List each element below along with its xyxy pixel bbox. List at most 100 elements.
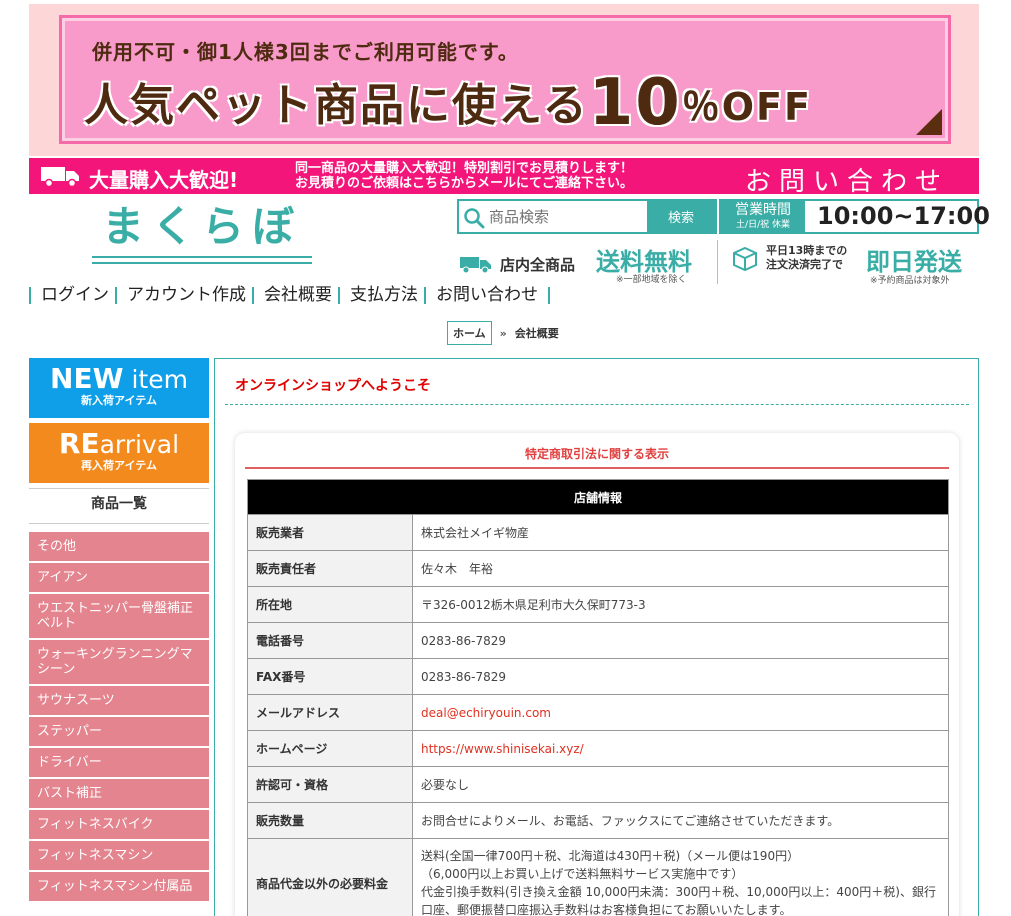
new-item-banner-word: NEW <box>50 362 124 395</box>
table-value: 必要なし <box>412 766 949 803</box>
welcome-heading: オンラインショップへようこそ <box>235 378 431 394</box>
table-row: 電話番号 0283-86-7829 <box>247 622 949 659</box>
category-item[interactable]: サウナスーツ <box>29 686 209 717</box>
top-nav: ログイン アカウント作成 会社概要 支払方法 お問い合わせ <box>29 284 550 306</box>
table-value: 0283-86-7829 <box>412 658 949 695</box>
nav-company-info[interactable]: 会社概要 <box>252 286 338 304</box>
new-item-banner[interactable]: NEW item 新入荷アイテム <box>29 358 209 418</box>
promo-line2-prefix: 人気ペット商品に使える <box>84 80 589 131</box>
same-day-desc-line2: 注文決済完了で <box>766 258 843 271</box>
table-key: 許認可・資格 <box>247 766 413 803</box>
homepage-link[interactable]: https://www.shinisekai.xyz/ <box>421 742 584 756</box>
logo-underline <box>92 256 312 264</box>
corner-triangle-icon <box>916 109 942 135</box>
search-icon <box>464 208 485 229</box>
table-key: 販売責任者 <box>247 550 413 587</box>
table-key: FAX番号 <box>247 658 413 695</box>
table-header-row: 店舗情報 <box>247 479 949 515</box>
category-item[interactable]: フィットネスマシン付属品 <box>29 872 209 903</box>
table-value: 0283-86-7829 <box>412 622 949 659</box>
category-item[interactable]: アイアン <box>29 563 209 594</box>
category-item[interactable]: ステッパー <box>29 717 209 748</box>
table-key: 販売数量 <box>247 802 413 839</box>
search-box: 検索 <box>457 199 717 234</box>
site-logo[interactable]: まくらぼ <box>92 200 312 268</box>
category-item[interactable]: ウォーキングランニングマシーン <box>29 640 209 686</box>
nav-create-account[interactable]: アカウント作成 <box>115 286 252 304</box>
table-value: お問合せによりメール、お電話、ファックスにてご連絡させていただきます。 <box>412 802 949 839</box>
nav-payment-methods[interactable]: 支払方法 <box>338 286 424 304</box>
legal-info-title: 特定商取引法に関する表示 <box>245 445 949 469</box>
re-arrival-banner-sub: 再入荷アイテム <box>81 459 157 472</box>
nav-end-divider <box>548 286 550 304</box>
breadcrumb-separator: » <box>499 326 507 340</box>
table-value: 株式会社メイギ物産 <box>412 514 949 551</box>
promo-inner[interactable]: 併用不可・御1人様3回までご利用可能です。 人気ペット商品に使える10％OFF <box>59 15 951 144</box>
promo-banner[interactable]: 併用不可・御1人様3回までご利用可能です。 人気ペット商品に使える10％OFF <box>29 4 979 156</box>
truck-icon <box>41 167 79 188</box>
table-value: deal@echiryouin.com <box>412 694 949 731</box>
same-day-title: 即日発送 <box>866 248 962 276</box>
breadcrumb-current: 会社概要 <box>514 327 559 340</box>
search-button[interactable]: 検索 <box>647 201 715 232</box>
same-day-description: 平日13時までの 注文決済完了で <box>766 244 847 272</box>
nav-login[interactable]: ログイン <box>29 286 115 304</box>
hours-title: 営業時間 <box>735 202 791 218</box>
table-key: ホームページ <box>247 730 413 767</box>
category-item[interactable]: ドライバー <box>29 748 209 779</box>
table-value: https://www.shinisekai.xyz/ <box>412 730 949 767</box>
table-header: 店舗情報 <box>247 479 949 515</box>
store-info-table: 店舗情報 販売業者 株式会社メイギ物産 販売責任者 佐々木 年裕 所在地 〒32… <box>247 479 949 916</box>
table-key: 販売業者 <box>247 514 413 551</box>
same-day-desc-line1: 平日13時までの <box>766 244 848 257</box>
logo-text: まくらぼ <box>101 202 302 251</box>
fee-line: 口座、郵便振替口座振込手数料はお客様負担にてお願いいたします。 <box>421 903 792 916</box>
re-arrival-banner-word: RE <box>58 427 100 460</box>
ship-note: ※一部地域を除く <box>616 275 687 285</box>
email-link[interactable]: deal@echiryouin.com <box>421 706 551 720</box>
truck-icon <box>460 257 491 274</box>
table-row: 許認可・資格 必要なし <box>247 766 949 803</box>
promo-discount-number: 10 <box>588 66 682 140</box>
table-row: FAX番号 0283-86-7829 <box>247 658 949 695</box>
category-item[interactable]: バスト補正 <box>29 779 209 810</box>
category-item[interactable]: その他 <box>29 532 209 563</box>
legal-info-card: 特定商取引法に関する表示 店舗情報 販売業者 株式会社メイギ物産 販売責任者 佐… <box>235 433 959 916</box>
table-row: 商品代金以外の必要料金 送料(全国一律700円＋税、北海道は430円＋税)（メー… <box>247 838 949 916</box>
bulk-contact-link[interactable]: お問い合わせ <box>745 161 949 198</box>
breadcrumb: ホーム » 会社概要 <box>447 321 559 345</box>
promo-line1: 併用不可・御1人様3回までご利用可能です。 <box>92 40 519 64</box>
fee-line: （6,000円以上お買い上げで送料無料サービス実施中です） <box>421 867 744 881</box>
breadcrumb-home[interactable]: ホーム <box>447 321 492 345</box>
ship-all-label: 店内全商品 <box>500 256 576 274</box>
table-row: 所在地 〒326-0012栃木県足利市大久保町773-3 <box>247 586 949 623</box>
new-item-banner-word2: item <box>131 365 188 394</box>
table-row: 販売数量 お問合せによりメール、お電話、ファックスにてご連絡させていただきます。 <box>247 802 949 839</box>
promo-discount-percent: ％OFF <box>681 85 812 129</box>
hours-label: 営業時間 土/日/祝 休業 <box>721 201 805 232</box>
table-row: メールアドレス deal@echiryouin.com <box>247 694 949 731</box>
bulk-description: 同一商品の大量購入大歓迎！特別割引でお見積りします！ お見積りのご依頼はこちらか… <box>295 161 633 191</box>
sidebar: NEW item 新入荷アイテム REarrival 再入荷アイテム 商品一覧 … <box>29 358 209 903</box>
bulk-desc-line1: 同一商品の大量購入大歓迎！特別割引でお見積りします！ <box>295 161 634 176</box>
main-content: オンラインショップへようこそ 特定商取引法に関する表示 店舗情報 販売業者 株式… <box>214 358 979 916</box>
category-item[interactable]: フィットネスバイク <box>29 810 209 841</box>
nav-contact[interactable]: お問い合わせ <box>424 286 544 304</box>
category-item[interactable]: フィットネスマシン <box>29 841 209 872</box>
fee-line: 送料(全国一律700円＋税、北海道は430円＋税)（メール便は190円） <box>421 849 800 863</box>
bulk-order-bar[interactable]: 大量購入大歓迎! 同一商品の大量購入大歓迎！特別割引でお見積りします！ お見積り… <box>29 158 979 197</box>
welcome-divider <box>225 404 969 405</box>
bulk-desc-line2: お見積りのご依頼はこちらからメールにてご連絡下さい。 <box>295 176 634 191</box>
table-key: メールアドレス <box>247 694 413 731</box>
promo-line2: 人気ペット商品に使える10％OFF <box>84 66 812 140</box>
category-item[interactable]: ウエストニッパー骨盤補正ベルト <box>29 594 209 640</box>
re-arrival-banner[interactable]: REarrival 再入荷アイテム <box>29 423 209 483</box>
product-list-title: 商品一覧 <box>29 488 209 524</box>
search-input[interactable] <box>489 204 647 230</box>
fee-line: 代金引換手数料(引き換え金額 10,000円未満：300円＋税、10,000円以… <box>421 885 936 899</box>
same-day-shipping-notice: 平日13時までの 注文決済完了で 即日発送 ※予約商品は対象外 <box>732 240 982 286</box>
table-value: 送料(全国一律700円＋税、北海道は430円＋税)（メール便は190円） （6,… <box>412 838 949 916</box>
table-key: 所在地 <box>247 586 413 623</box>
re-arrival-banner-title: REarrival <box>29 423 209 459</box>
new-item-banner-title: NEW item <box>29 358 209 394</box>
